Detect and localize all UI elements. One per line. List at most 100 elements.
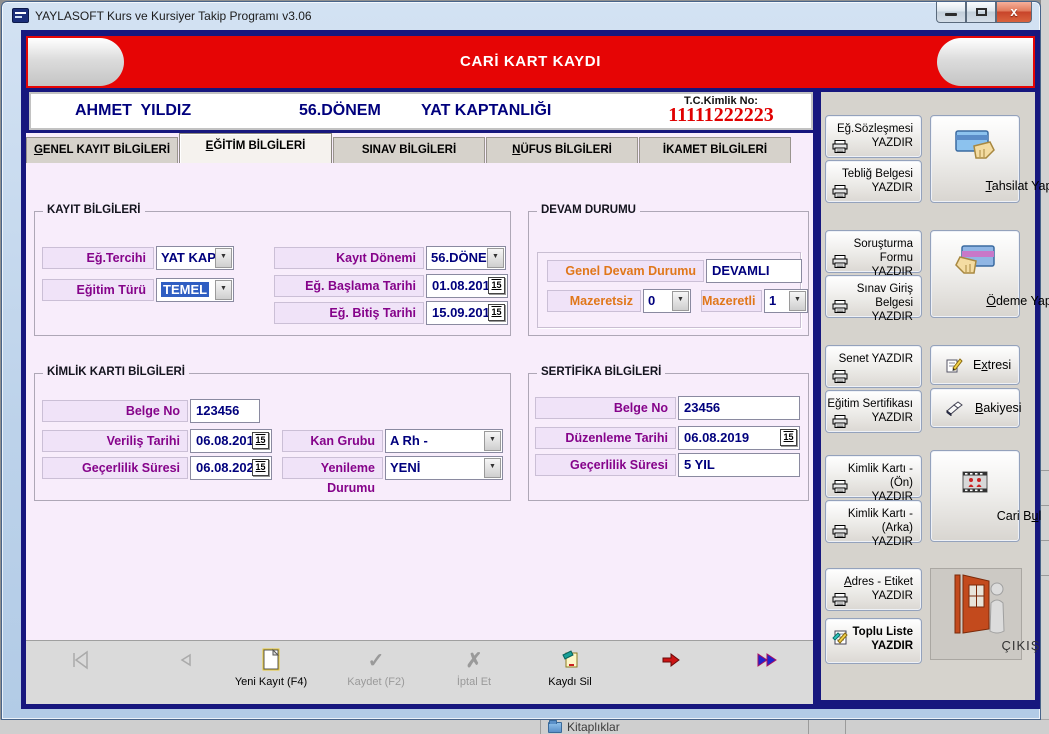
verilis-tarihi-field[interactable]: 06.08.2019 15 xyxy=(190,429,272,453)
dropdown-arrow-icon[interactable] xyxy=(672,291,689,311)
calendar-button[interactable]: 15 xyxy=(488,304,505,321)
exit-button[interactable]: ÇIKIŞ xyxy=(930,568,1039,660)
delete-record-button[interactable]: Kaydı Sil xyxy=(522,646,618,688)
dropdown-arrow-icon[interactable] xyxy=(484,431,501,451)
calendar-button[interactable]: 15 xyxy=(252,459,269,476)
bitis-tarihi-field[interactable]: 15.09.2019 15 xyxy=(426,301,508,325)
previous-record-button[interactable] xyxy=(138,646,234,674)
minimize-icon xyxy=(945,13,957,16)
dropdown-arrow-icon[interactable] xyxy=(215,280,232,300)
mazeretli-label: Mazeretli xyxy=(701,290,762,312)
printer-icon xyxy=(832,593,848,606)
print-sorusturma-formu-button[interactable]: Soruşturma Formu YAZDIR xyxy=(825,230,922,278)
tab-nufus[interactable]: NÜFUS BİLGİLERİ xyxy=(486,137,638,163)
odeme-yap-button[interactable]: Ödeme Yap xyxy=(930,230,1049,318)
print-kimlik-on-button[interactable]: Kimlik Kartı - (Ön) YAZDIR xyxy=(825,455,922,503)
yenileme-durumu-select[interactable]: YENİ xyxy=(385,456,503,480)
dropdown-arrow-icon[interactable] xyxy=(487,248,504,268)
term-label: 56.DÖNEM xyxy=(299,102,381,119)
eg-tercihi-label: Eğ.Tercihi xyxy=(42,247,154,269)
printer-icon xyxy=(832,185,848,198)
egitim-turu-select[interactable]: TEMEL xyxy=(156,278,234,302)
sertifika-gecerlilik-label: Geçerlilik Süresi xyxy=(535,454,676,476)
new-record-icon xyxy=(223,646,319,674)
dropdown-arrow-icon[interactable] xyxy=(789,291,806,311)
printer-icon xyxy=(832,480,848,493)
sertifika-gecerlilik-input[interactable]: 5 YIL xyxy=(678,453,800,477)
kimlik-belge-no-input[interactable]: 123456 xyxy=(190,399,260,423)
print-toplu-liste-button[interactable]: Toplu Liste YAZDIR xyxy=(825,618,922,664)
course-name: YAT KAPTANLIĞI xyxy=(421,102,552,119)
group-title: KAYIT BİLGİLERİ xyxy=(43,204,145,216)
duzenleme-tarihi-label: Düzenleme Tarihi xyxy=(535,427,676,449)
save-button[interactable]: ✓ Kaydet (F2) xyxy=(328,646,424,689)
app-window: YAYLASOFT Kurs ve Kursiyer Takip Program… xyxy=(1,1,1049,720)
kan-grubu-select[interactable]: A Rh - xyxy=(385,429,503,453)
tab-ikamet[interactable]: İKAMET BİLGİLERİ xyxy=(639,137,791,163)
group-kimlik-karti: KİMLİK KARTI BİLGİLERİ Belge No 123456 V… xyxy=(34,366,511,501)
group-title: KİMLİK KARTI BİLGİLERİ xyxy=(43,366,189,378)
baslama-tarihi-field[interactable]: 01.08.2019 15 xyxy=(426,274,508,298)
print-kimlik-arka-button[interactable]: Kimlik Kartı - (Arka) YAZDIR xyxy=(825,500,922,548)
bakiyesi-button[interactable]: Bakiyesi xyxy=(930,388,1022,428)
printer-icon xyxy=(832,255,848,268)
tab-strip: GENEL KAYIT BİLGİLERİ EĞİTİM BİLGİLERİ S… xyxy=(26,133,813,163)
kayit-donemi-select[interactable]: 56.DÖNEM xyxy=(426,246,506,270)
dropdown-arrow-icon[interactable] xyxy=(484,458,501,478)
mazeretsiz-select[interactable]: 0 xyxy=(643,289,691,313)
calendar-button[interactable]: 15 xyxy=(252,432,269,449)
page-title: CARİ KART KAYDI xyxy=(460,53,601,70)
next-record-button[interactable] xyxy=(623,646,719,674)
genel-devam-input[interactable]: DEVAMLI xyxy=(706,259,802,283)
tab-sinav[interactable]: SINAV BİLGİLERİ xyxy=(333,137,485,163)
tahsilat-yap-button[interactable]: Tahsilat Yap xyxy=(930,115,1049,203)
tab-content-egitim: KAYIT BİLGİLERİ Eğ.Tercihi YAT KAPTANLIĞ… xyxy=(26,163,813,640)
cancel-x-icon: ✗ xyxy=(465,649,483,672)
title-bar[interactable]: YAYLASOFT Kurs ve Kursiyer Takip Program… xyxy=(2,2,1040,30)
calendar-button[interactable]: 15 xyxy=(780,429,797,446)
first-record-icon xyxy=(33,646,129,674)
last-record-button[interactable] xyxy=(720,646,816,674)
eg-tercihi-select[interactable]: YAT KAPTANLIĞI xyxy=(156,246,234,270)
tc-id-value: 11111222223 xyxy=(668,104,774,126)
minimize-button[interactable] xyxy=(936,2,966,23)
close-icon: x xyxy=(1010,4,1018,19)
sertifika-belge-no-input[interactable]: 23456 xyxy=(678,396,800,420)
group-sertifika: SERTİFİKA BİLGİLERİ Belge No 23456 Düzen… xyxy=(528,366,809,501)
new-record-button[interactable]: Yeni Kayıt (F4) xyxy=(223,646,319,688)
tab-genel-kayit[interactable]: GENEL KAYIT BİLGİLERİ xyxy=(26,137,178,163)
calendar-button[interactable]: 15 xyxy=(488,277,505,294)
cari-bul-button[interactable]: Cari Bul xyxy=(930,450,1041,542)
close-button[interactable]: x xyxy=(996,2,1032,23)
duzenleme-tarihi-field[interactable]: 06.08.2019 15 xyxy=(678,426,800,450)
kayit-donemi-label: Kayıt Dönemi xyxy=(274,247,424,269)
tab-egitim[interactable]: EĞİTİM BİLGİLERİ xyxy=(179,133,332,163)
mazeretli-select[interactable]: 1 xyxy=(764,289,808,313)
action-sidebar: Eğ.Sözleşmesi YAZDIR Tebliğ Belgesi YAZD… xyxy=(821,92,1049,700)
print-adres-etiket-button[interactable]: Adres - Etiket YAZDIR xyxy=(825,568,922,611)
cancel-button[interactable]: ✗ İptal Et xyxy=(426,646,522,689)
first-record-button[interactable] xyxy=(33,646,129,674)
delete-record-icon xyxy=(522,646,618,674)
gecerlilik-suresi-label: Geçerlilik Süresi xyxy=(42,457,188,479)
print-teblig-belgesi-button[interactable]: Tebliğ Belgesi YAZDIR xyxy=(825,160,922,203)
group-kayit-bilgileri: KAYIT BİLGİLERİ Eğ.Tercihi YAT KAPTANLIĞ… xyxy=(34,204,511,336)
print-senet-button[interactable]: Senet YAZDIR xyxy=(825,345,922,388)
record-header: AHMET YILDIZ 56.DÖNEM YAT KAPTANLIĞI T.C… xyxy=(29,92,813,130)
app-icon xyxy=(12,8,29,23)
maximize-button[interactable] xyxy=(966,2,996,23)
extresi-button[interactable]: Extresi xyxy=(930,345,1020,385)
egitim-turu-label: Eğitim Türü xyxy=(42,279,154,301)
print-eg-sozlesmesi-button[interactable]: Eğ.Sözleşmesi YAZDIR xyxy=(825,115,922,158)
next-record-icon xyxy=(623,646,719,674)
verilis-tarihi-label: Veriliş Tarihi xyxy=(42,430,188,452)
print-egitim-sertifikasi-button[interactable]: Eğitim Sertifikası YAZDIR xyxy=(825,390,922,433)
gecerlilik-suresi-field[interactable]: 06.08.2023 15 xyxy=(190,456,272,480)
exit-door-icon xyxy=(931,573,1021,635)
explorer-libraries-item[interactable]: Kitaplıklar xyxy=(548,720,620,734)
dropdown-arrow-icon[interactable] xyxy=(215,248,232,268)
background-window-bottom-strip: Kitaplıklar xyxy=(0,719,1049,734)
folder-icon xyxy=(548,720,562,733)
printer-icon xyxy=(832,415,848,428)
print-sinav-giris-belgesi-button[interactable]: Sınav Giriş Belgesi YAZDIR xyxy=(825,275,922,323)
